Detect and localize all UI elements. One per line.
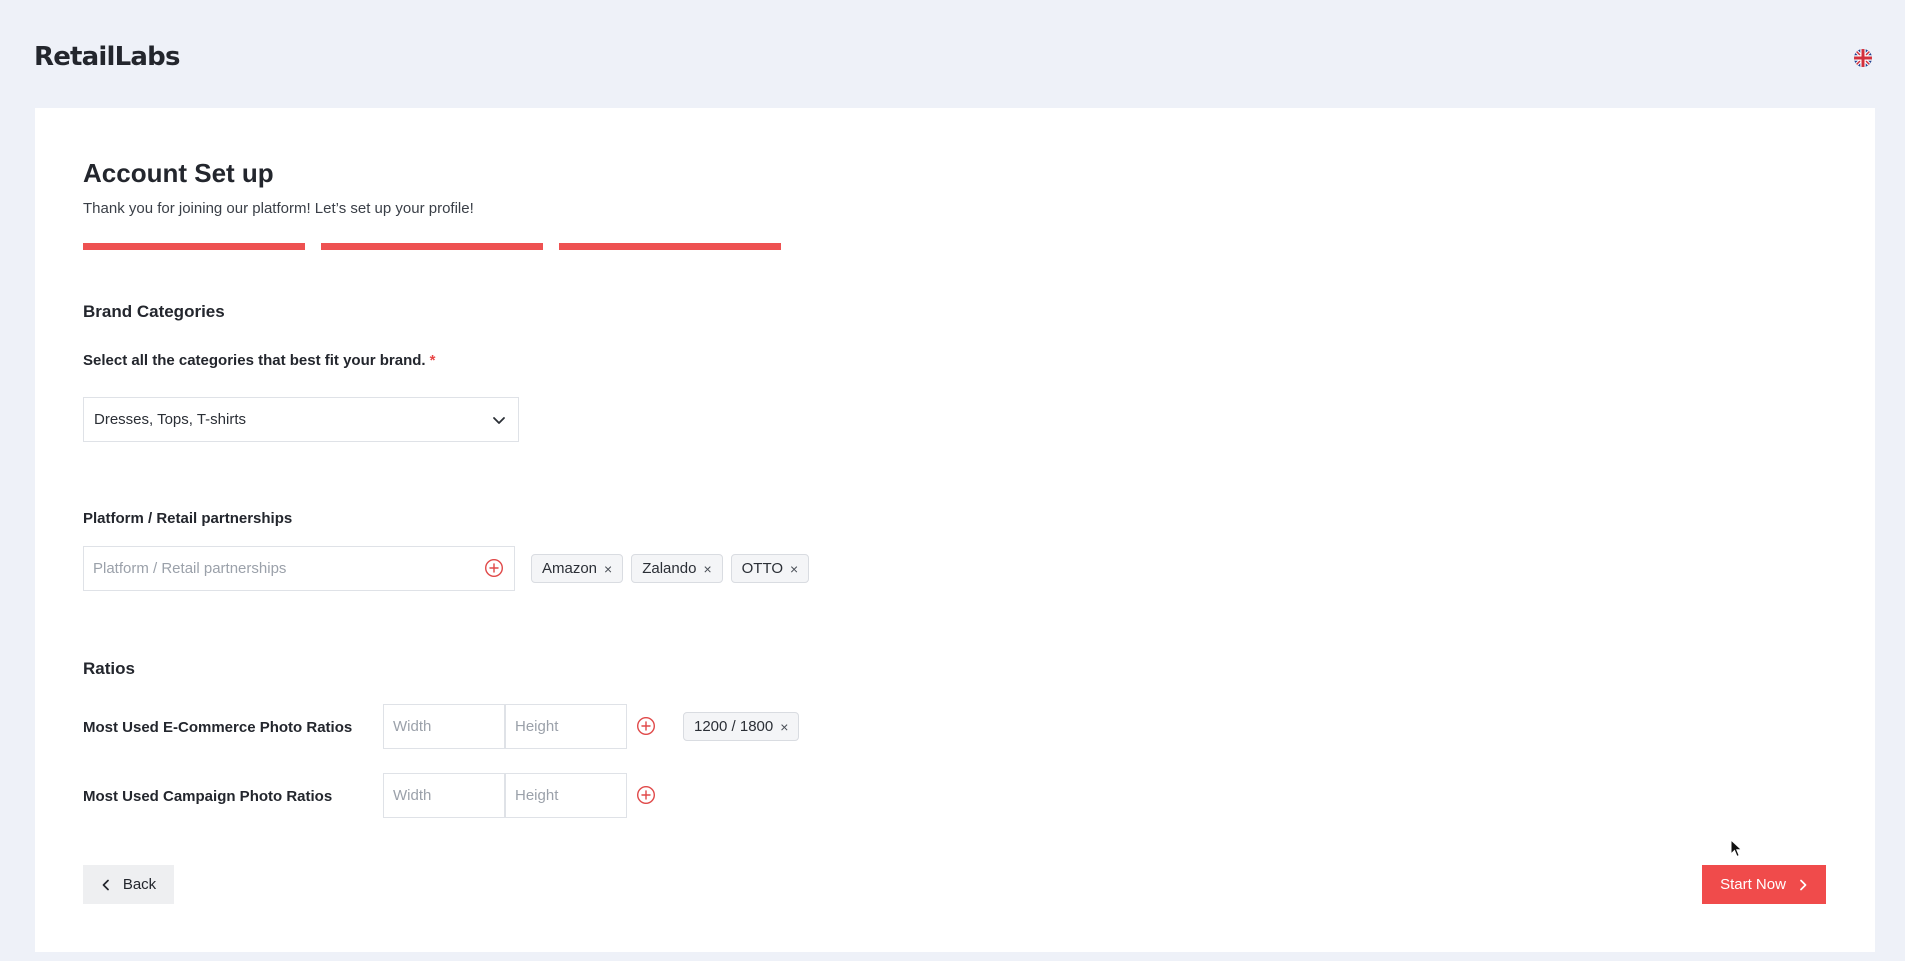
add-partnership-icon[interactable] xyxy=(484,558,504,578)
partnerships-label: Platform / Retail partnerships xyxy=(83,510,293,527)
campaign-ratio-label: Most Used Campaign Photo Ratios xyxy=(83,788,333,805)
uk-flag-icon[interactable] xyxy=(1854,49,1872,67)
required-mark: * xyxy=(429,352,436,369)
add-campaign-ratio-icon[interactable] xyxy=(636,785,656,805)
partnership-tag: OTTO × xyxy=(730,554,810,583)
progress-step-2 xyxy=(321,243,543,250)
chevron-left-icon xyxy=(102,879,109,890)
ratio-tag: 1200 / 1800 × xyxy=(683,712,800,741)
remove-tag-icon[interactable]: × xyxy=(703,561,711,577)
ecommerce-ratio-label: Most Used E-Commerce Photo Ratios xyxy=(83,719,353,736)
brand-categories-select[interactable]: Dresses, Tops, T-shirts xyxy=(83,397,519,442)
remove-tag-icon[interactable]: × xyxy=(780,719,788,735)
start-now-button[interactable]: Start Now xyxy=(1702,865,1826,904)
partnerships-input[interactable] xyxy=(84,547,514,590)
top-bar: RetailLabs xyxy=(0,0,1905,108)
page-subtitle: Thank you for joining our platform! Let’… xyxy=(83,200,474,217)
partnership-tag: Amazon × xyxy=(531,554,624,583)
mouse-cursor-icon xyxy=(1730,839,1743,858)
page-title: Account Set up xyxy=(83,158,274,188)
ecommerce-height-field[interactable] xyxy=(505,704,627,749)
chevron-down-icon xyxy=(493,417,505,424)
tag-label: OTTO xyxy=(741,560,784,577)
brand-categories-heading: Brand Categories xyxy=(83,302,225,321)
brand-categories-selected-value: Dresses, Tops, T-shirts xyxy=(94,411,246,428)
partnership-tag: Zalando × xyxy=(631,554,723,583)
ecommerce-width-input[interactable] xyxy=(384,705,504,748)
brand-categories-label-text: Select all the categories that best fit … xyxy=(83,352,426,369)
tag-label: 1200 / 1800 xyxy=(694,718,774,735)
step-progress xyxy=(83,243,781,250)
partnerships-field[interactable] xyxy=(83,546,515,591)
chevron-right-icon xyxy=(1800,879,1807,890)
brand-categories-label: Select all the categories that best fit … xyxy=(83,352,435,369)
start-now-label: Start Now xyxy=(1720,876,1786,893)
retaillabs-logo: RetailLabs xyxy=(34,42,180,72)
remove-tag-icon[interactable]: × xyxy=(790,561,798,577)
add-ecommerce-ratio-icon[interactable] xyxy=(636,716,656,736)
campaign-height-input[interactable] xyxy=(506,774,626,817)
ecommerce-ratio-tags: 1200 / 1800 × xyxy=(683,712,800,741)
setup-card: Account Set up Thank you for joining our… xyxy=(35,108,1875,952)
tag-label: Zalando xyxy=(642,560,697,577)
progress-step-1 xyxy=(83,243,305,250)
campaign-width-field[interactable] xyxy=(383,773,505,818)
tag-label: Amazon xyxy=(542,560,598,577)
ecommerce-width-field[interactable] xyxy=(383,704,505,749)
ratios-heading: Ratios xyxy=(83,659,135,678)
campaign-height-field[interactable] xyxy=(505,773,627,818)
partnership-tags: Amazon × Zalando × OTTO × xyxy=(531,554,810,583)
back-button-label: Back xyxy=(122,876,157,893)
campaign-width-input[interactable] xyxy=(384,774,504,817)
back-button[interactable]: Back xyxy=(83,865,174,904)
ecommerce-height-input[interactable] xyxy=(506,705,626,748)
progress-step-3 xyxy=(559,243,781,250)
remove-tag-icon[interactable]: × xyxy=(604,561,612,577)
